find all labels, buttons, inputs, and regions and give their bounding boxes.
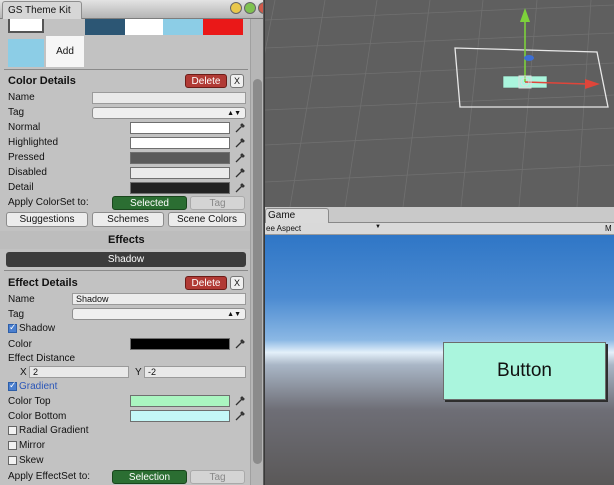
- panel-titlebar: GS Theme Kit: [0, 0, 263, 19]
- scene-view[interactable]: [265, 0, 614, 207]
- eyedropper-icon[interactable]: [234, 137, 246, 149]
- color-tag-label: Tag: [8, 107, 25, 118]
- inspector-scrollbar[interactable]: [250, 19, 263, 485]
- divider: [4, 69, 248, 70]
- detail-color-field[interactable]: [130, 182, 230, 194]
- scene-colors-button[interactable]: Scene Colors: [168, 212, 246, 227]
- skew-label: Skew: [19, 455, 44, 466]
- pressed-color-field[interactable]: [130, 152, 230, 164]
- x-label: X: [20, 367, 27, 378]
- shadow-check-label: Shadow: [19, 323, 56, 334]
- color-top-field[interactable]: [130, 395, 230, 407]
- eyedropper-icon[interactable]: [234, 152, 246, 164]
- disabled-color-field[interactable]: [130, 167, 230, 179]
- add-swatch-button[interactable]: Add: [46, 36, 84, 67]
- game-button[interactable]: Button: [443, 342, 606, 400]
- shadow-effect-item[interactable]: Shadow: [6, 252, 246, 267]
- effect-name-field[interactable]: Shadow: [72, 293, 246, 305]
- color-close-button[interactable]: X: [230, 74, 244, 88]
- normal-color-field[interactable]: [130, 122, 230, 134]
- eyedropper-icon[interactable]: [234, 167, 246, 179]
- effect-details-header: Effect Details: [8, 277, 78, 289]
- effect-tag-dropdown[interactable]: ▲▼: [72, 308, 246, 320]
- tab-gs-theme-kit[interactable]: GS Theme Kit: [2, 1, 82, 19]
- shadow-color-field[interactable]: [130, 338, 230, 350]
- y-label: Y: [135, 367, 142, 378]
- shadow-checkbox[interactable]: [8, 322, 17, 333]
- apply-effect-tag-button[interactable]: Tag: [190, 470, 245, 484]
- skew-checkbox[interactable]: [8, 456, 17, 465]
- effects-band: Effects: [0, 231, 250, 249]
- maximize-on-play-toggle[interactable]: M: [605, 223, 612, 234]
- color-name-field[interactable]: [92, 92, 246, 104]
- swatch-red[interactable]: [203, 19, 243, 35]
- color-bottom-label: Color Bottom: [8, 411, 67, 422]
- gradient-check-label: Gradient: [19, 381, 58, 392]
- caret-down-icon: ▲▼: [227, 110, 241, 117]
- color-tag-dropdown[interactable]: ▲▼: [92, 107, 246, 119]
- maximize-window-icon[interactable]: [244, 2, 256, 14]
- eyedropper-icon[interactable]: [234, 182, 246, 194]
- normal-label: Normal: [8, 122, 41, 133]
- detail-label: Detail: [8, 182, 34, 193]
- apply-effectset-label: Apply EffectSet to:: [8, 471, 91, 482]
- color-bottom-field[interactable]: [130, 410, 230, 422]
- pressed-label: Pressed: [8, 152, 45, 163]
- swatch-navy[interactable]: [85, 19, 125, 35]
- effect-close-button[interactable]: X: [230, 276, 244, 290]
- caret-down-icon: ▲▼: [227, 311, 241, 318]
- eyedropper-icon[interactable]: [234, 395, 246, 407]
- move-gizmo-icon[interactable]: [265, 0, 614, 207]
- apply-selected-button[interactable]: Selected: [112, 196, 187, 210]
- minimize-window-icon[interactable]: [230, 2, 242, 14]
- game-toolbar: ee Aspect ▼ M: [265, 223, 614, 235]
- highlighted-color-field[interactable]: [130, 137, 230, 149]
- shadow-color-label: Color: [8, 339, 32, 350]
- aspect-dropdown[interactable]: ee Aspect: [265, 223, 301, 234]
- color-top-label: Color Top: [8, 396, 51, 407]
- swatch-white-selected[interactable]: [8, 19, 44, 33]
- game-tab-bar: Game: [265, 207, 614, 223]
- mirror-checkbox[interactable]: [8, 441, 17, 450]
- apply-tag-button[interactable]: Tag: [190, 196, 245, 210]
- effect-distance-label: Effect Distance: [8, 353, 76, 364]
- mirror-label: Mirror: [19, 440, 46, 451]
- swatch-sky-blue[interactable]: [163, 19, 203, 35]
- highlighted-label: Highlighted: [8, 137, 59, 148]
- caret-down-icon[interactable]: ▼: [375, 224, 381, 230]
- effect-delete-button[interactable]: Delete: [185, 276, 227, 290]
- disabled-label: Disabled: [8, 167, 47, 178]
- apply-selection-button[interactable]: Selection: [112, 470, 187, 484]
- gradient-checkbox[interactable]: [8, 380, 17, 391]
- schemes-button[interactable]: Schemes: [92, 212, 164, 227]
- color-delete-button[interactable]: Delete: [185, 74, 227, 88]
- suggestions-button[interactable]: Suggestions: [6, 212, 88, 227]
- effect-tag-label: Tag: [8, 309, 25, 320]
- gs-theme-kit-panel: GS Theme Kit Add Color Details Delete X …: [0, 0, 264, 485]
- tab-game[interactable]: Game: [265, 208, 329, 223]
- eyedropper-icon[interactable]: [234, 410, 246, 422]
- divider: [4, 270, 248, 271]
- effects-header: Effects: [108, 234, 145, 246]
- distance-x-field[interactable]: 2: [29, 366, 129, 378]
- swatch-light-blue[interactable]: [8, 39, 44, 67]
- swatch-white[interactable]: [125, 19, 163, 35]
- radial-gradient-checkbox[interactable]: [8, 426, 17, 435]
- eyedropper-icon[interactable]: [234, 122, 246, 134]
- eyedropper-icon[interactable]: [234, 338, 246, 350]
- radial-gradient-label: Radial Gradient: [19, 425, 89, 436]
- effect-name-label: Name: [8, 294, 35, 305]
- inspector-content: Add Color Details Delete X Name Tag ▲▼ N…: [0, 19, 250, 485]
- distance-y-field[interactable]: -2: [144, 366, 246, 378]
- color-name-label: Name: [8, 92, 35, 103]
- color-details-header: Color Details: [8, 75, 76, 87]
- scrollbar-thumb[interactable]: [253, 79, 262, 464]
- apply-colorset-label: Apply ColorSet to:: [8, 197, 89, 208]
- close-window-icon[interactable]: [258, 2, 263, 14]
